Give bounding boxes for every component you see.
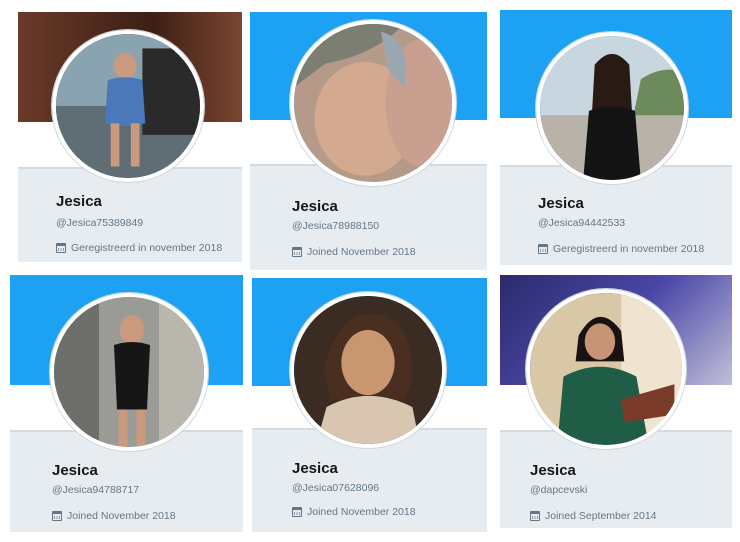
profile-name[interactable]: Jesica xyxy=(292,198,338,215)
avatar-photo xyxy=(540,36,684,180)
avatar-photo xyxy=(56,34,200,178)
profile-avatar[interactable] xyxy=(52,30,204,182)
avatar-photo xyxy=(54,297,204,447)
calendar-icon xyxy=(530,511,540,521)
profile-handle[interactable]: @Jesica07628096 xyxy=(292,482,379,494)
profile-name[interactable]: Jesica xyxy=(52,462,98,479)
profile-joined: Joined November 2018 xyxy=(292,506,416,518)
joined-text: Joined November 2018 xyxy=(307,246,416,258)
profile-handle[interactable]: @dapcevski xyxy=(530,484,587,496)
avatar-photo xyxy=(294,296,442,444)
profile-card[interactable]: Jesica @Jesica94442533 Geregistreerd in … xyxy=(500,10,732,265)
profile-joined: Joined September 2014 xyxy=(530,510,657,522)
profile-handle[interactable]: @Jesica94442533 xyxy=(538,217,625,229)
joined-text: Joined November 2018 xyxy=(67,510,176,522)
joined-text: Joined September 2014 xyxy=(545,510,657,522)
profile-joined: Joined November 2018 xyxy=(52,510,176,522)
profile-card[interactable]: Jesica @Jesica94788717 Joined November 2… xyxy=(10,275,243,532)
profile-joined: Joined November 2018 xyxy=(292,246,416,258)
calendar-icon xyxy=(56,243,66,253)
profile-avatar[interactable] xyxy=(536,32,688,184)
profile-handle[interactable]: @Jesica75389849 xyxy=(56,217,143,229)
profile-joined: Geregistreerd in november 2018 xyxy=(538,243,704,255)
calendar-icon xyxy=(52,511,62,521)
profile-name[interactable]: Jesica xyxy=(56,193,102,210)
profile-name[interactable]: Jesica xyxy=(530,462,576,479)
profile-avatar[interactable] xyxy=(526,289,686,449)
calendar-icon xyxy=(292,507,302,517)
profile-card[interactable]: Jesica @Jesica07628096 Joined November 2… xyxy=(252,278,487,532)
joined-text: Joined November 2018 xyxy=(307,506,416,518)
avatar-photo xyxy=(530,293,682,445)
profile-card[interactable]: Jesica @Jesica75389849 Geregistreerd in … xyxy=(18,12,242,262)
calendar-icon xyxy=(292,247,302,257)
profile-handle[interactable]: @Jesica78988150 xyxy=(292,220,379,232)
profile-avatar[interactable] xyxy=(50,293,208,451)
profile-handle[interactable]: @Jesica94788717 xyxy=(52,484,139,496)
profile-avatar[interactable] xyxy=(290,20,456,186)
joined-text: Geregistreerd in november 2018 xyxy=(553,243,705,255)
profile-name[interactable]: Jesica xyxy=(292,460,338,477)
profile-joined: Geregistreerd in november 2018 xyxy=(56,242,222,254)
profile-name[interactable]: Jesica xyxy=(538,195,584,212)
profile-card[interactable]: Jesica @dapcevski Joined September 2014 xyxy=(500,275,732,528)
profile-card[interactable]: Jesica @Jesica78988150 Joined November 2… xyxy=(250,12,487,270)
joined-text: Geregistreerd in november 2018 xyxy=(71,242,223,254)
profile-avatar[interactable] xyxy=(290,292,446,448)
avatar-photo xyxy=(294,24,452,182)
calendar-icon xyxy=(538,244,548,254)
